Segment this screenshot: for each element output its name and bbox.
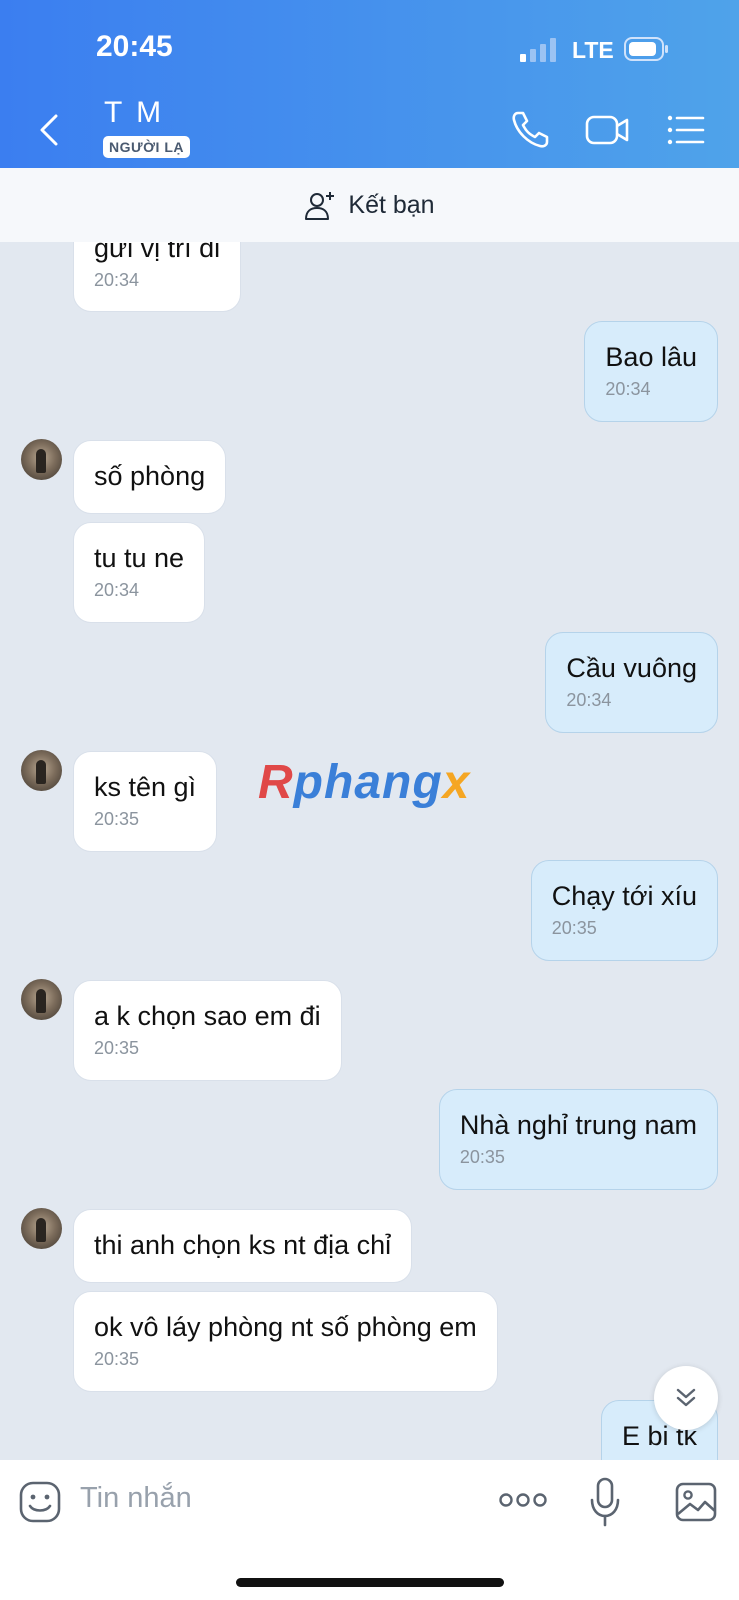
message-text: ok vô láy phòng nt số phòng em — [94, 1312, 477, 1342]
message-list[interactable]: gửi vị trí đi 20:34 Bao lâu 20:34 số phò… — [0, 242, 739, 1460]
stranger-badge: NGƯỜI LẠ — [103, 136, 190, 158]
message-time: 20:34 — [94, 580, 140, 600]
message-bubble: gửi vị trí đi 20:34 — [73, 242, 242, 312]
message-time: 20:34 — [94, 270, 140, 290]
message-text: Cầu vuông — [566, 653, 697, 683]
message-text: Nhà nghỉ trung nam — [459, 1110, 697, 1140]
avatar[interactable] — [21, 439, 62, 480]
message-bubble: ks tên gì 20:35 — [73, 751, 218, 852]
message-input[interactable]: Tin nhắn — [80, 1482, 192, 1515]
add-user-icon — [305, 192, 335, 220]
phone-icon[interactable] — [508, 108, 552, 152]
mic-icon[interactable] — [588, 1476, 622, 1528]
message-text: gửi vị trí đi — [94, 242, 221, 263]
message-time: 20:34 — [566, 690, 612, 710]
add-friend-label: Kết bạn — [348, 190, 435, 219]
message-bubble: a k chọn sao em đi 20:35 — [73, 980, 342, 1081]
more-icon[interactable] — [498, 1482, 548, 1518]
message-bubble: thi anh chọn ks nt địa chỉ — [73, 1209, 413, 1283]
message-bubble: Cầu vuông 20:34 — [545, 632, 718, 733]
signal-icon — [520, 38, 556, 62]
message-time: 20:35 — [94, 1038, 140, 1058]
home-indicator[interactable] — [236, 1578, 504, 1587]
message-bubble: Nhà nghỉ trung nam 20:35 — [438, 1089, 718, 1190]
message-text: số phòng — [94, 461, 206, 491]
video-icon[interactable] — [584, 108, 630, 152]
scroll-to-bottom-button[interactable] — [654, 1366, 718, 1430]
message-text: Chạy tới xíu — [551, 881, 697, 911]
message-time: 20:35 — [94, 1349, 140, 1369]
chevron-left-icon[interactable] — [32, 108, 68, 152]
list-icon[interactable] — [666, 108, 706, 152]
message-bubble: tu tu ne 20:34 — [73, 522, 206, 623]
message-time: 20:35 — [551, 918, 597, 938]
message-text: Bao lâu — [605, 342, 697, 372]
image-icon[interactable] — [674, 1480, 718, 1524]
double-chevron-down-icon — [676, 1388, 696, 1407]
watermark-logo: Rphangx — [258, 756, 471, 809]
message-time: 20:35 — [94, 809, 140, 829]
message-text: tu tu ne — [94, 543, 185, 573]
message-text: ks tên gì — [94, 772, 197, 802]
status-time: 20:45 — [96, 30, 173, 63]
message-text: a k chọn sao em đi — [94, 1001, 321, 1031]
contact-name[interactable]: T M — [104, 96, 164, 130]
message-time: 20:34 — [605, 379, 651, 399]
add-friend-bar[interactable]: Kết bạn — [0, 168, 739, 242]
message-time: 20:35 — [459, 1147, 505, 1167]
avatar[interactable] — [21, 750, 62, 791]
avatar[interactable] — [21, 1208, 62, 1249]
network-label: LTE — [572, 37, 614, 63]
message-bubble: số phòng — [73, 440, 227, 514]
avatar[interactable] — [21, 979, 62, 1020]
message-bubble: Chạy tới xíu 20:35 — [530, 860, 718, 961]
emoji-icon[interactable] — [18, 1480, 62, 1524]
chat-header: 20:45 LTE T M NGƯỜI LẠ — [0, 0, 739, 168]
message-text: thi anh chọn ks nt địa chỉ — [94, 1230, 392, 1260]
message-bubble: ok vô láy phòng nt số phòng em 20:35 — [73, 1291, 498, 1392]
battery-icon — [624, 37, 668, 61]
message-bubble: Bao lâu 20:34 — [584, 321, 718, 422]
